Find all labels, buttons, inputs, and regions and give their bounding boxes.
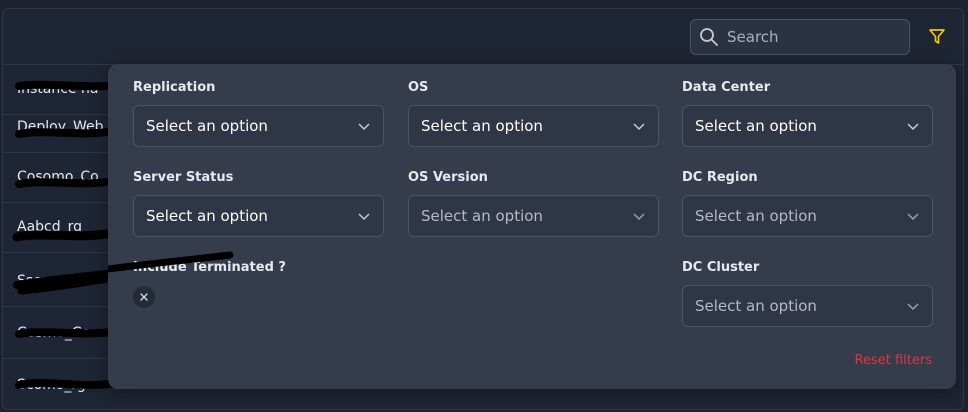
filter-button[interactable]: [925, 25, 949, 49]
include-terminated-toggle[interactable]: [133, 286, 155, 308]
reset-filters-link[interactable]: Reset filters: [855, 353, 932, 368]
search-box[interactable]: [690, 19, 910, 55]
os-select[interactable]: Select an option: [408, 105, 659, 147]
chevron-down-icon: [907, 123, 919, 131]
server-status-value: Select an option: [146, 207, 268, 225]
table-toolbar: [3, 9, 963, 65]
os-version-value: Select an option: [421, 207, 543, 225]
dc-cluster-value: Select an option: [695, 297, 817, 315]
os-version-label: OS Version: [408, 170, 488, 185]
search-input[interactable]: [727, 28, 887, 46]
chevron-down-icon: [358, 123, 370, 131]
replication-filter: Replication Select an option: [133, 79, 384, 147]
chevron-down-icon: [907, 303, 919, 311]
server-status-label: Server Status: [133, 170, 234, 185]
os-version-select[interactable]: Select an option: [408, 195, 659, 237]
table-row[interactable]: Aabcd_rg: [3, 203, 111, 253]
dc-region-filter: DC Region Select an option: [682, 169, 933, 237]
dc-region-label: DC Region: [682, 170, 758, 185]
data-center-filter: Data Center Select an option: [682, 79, 933, 147]
include-terminated-label: Include Terminated ?: [133, 260, 286, 275]
os-filter: OS Select an option: [408, 79, 659, 147]
include-terminated-filter: Include Terminated ?: [133, 259, 384, 277]
table-row[interactable]: Sscp_: [3, 257, 111, 307]
table-cell: Scomo_rg: [17, 377, 86, 393]
replication-select[interactable]: Select an option: [133, 105, 384, 147]
search-icon: [700, 28, 718, 46]
table-cell: Sscp_: [17, 273, 57, 289]
table-cell: Cosomo_Co: [17, 169, 99, 185]
server-status-select[interactable]: Select an option: [133, 195, 384, 237]
close-icon: [140, 293, 148, 301]
os-label: OS: [408, 80, 429, 95]
data-center-value: Select an option: [695, 117, 817, 135]
dc-cluster-select[interactable]: Select an option: [682, 285, 933, 327]
filter-icon: [929, 29, 945, 44]
table-row[interactable]: Deploy_Web: [3, 103, 111, 153]
os-value: Select an option: [421, 117, 543, 135]
replication-label: Replication: [133, 80, 216, 95]
table-cell: Instance na: [17, 81, 99, 97]
chevron-down-icon: [358, 213, 370, 221]
dc-region-select[interactable]: Select an option: [682, 195, 933, 237]
data-center-label: Data Center: [682, 80, 771, 95]
filters-panel: Replication Select an option OS Select a…: [108, 64, 956, 389]
server-status-filter: Server Status Select an option: [133, 169, 384, 237]
chevron-down-icon: [633, 213, 645, 221]
table-cell: Aabcd_rg: [17, 219, 83, 235]
data-center-select[interactable]: Select an option: [682, 105, 933, 147]
table-row[interactable]: Scomo_rg: [3, 361, 111, 409]
replication-value: Select an option: [146, 117, 268, 135]
table-row[interactable]: Cosomo_Co: [3, 153, 111, 203]
os-version-filter: OS Version Select an option: [408, 169, 659, 237]
table-cell: Deploy_Web: [17, 119, 104, 135]
chevron-down-icon: [633, 123, 645, 131]
dc-cluster-filter: DC Cluster Select an option: [682, 259, 933, 327]
table-row[interactable]: Cosmo_Co: [3, 309, 111, 359]
chevron-down-icon: [907, 213, 919, 221]
dc-cluster-label: DC Cluster: [682, 260, 760, 275]
table-cell: Cosmo_Co: [17, 325, 91, 341]
dc-region-value: Select an option: [695, 207, 817, 225]
